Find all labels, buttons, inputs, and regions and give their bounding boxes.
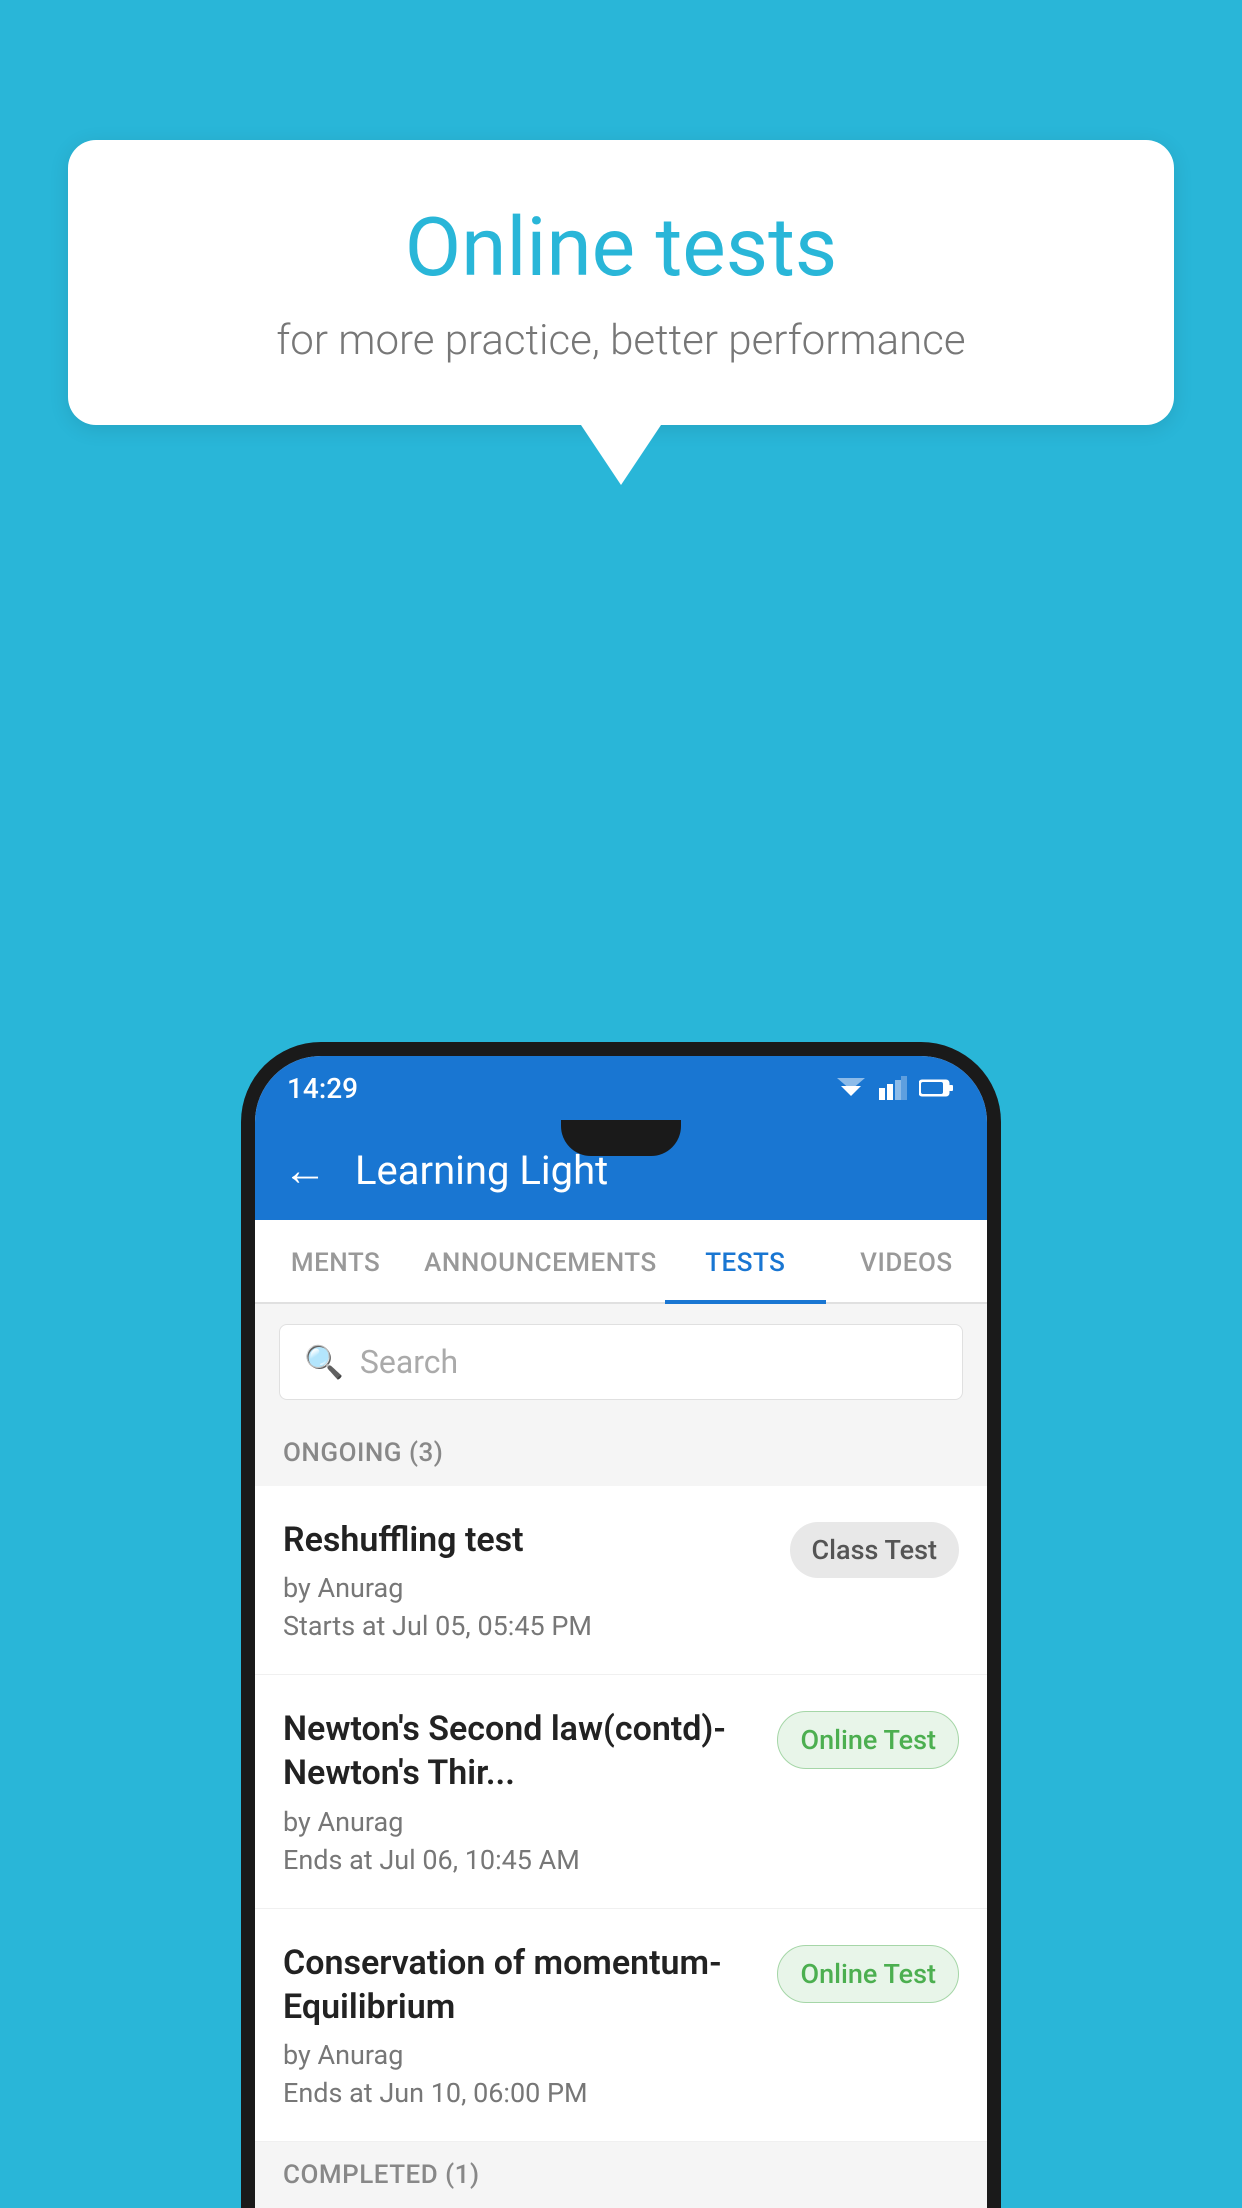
search-bar[interactable]: 🔍 Search <box>279 1324 963 1400</box>
test-item[interactable]: Newton's Second law(contd)-Newton's Thir… <box>255 1675 987 1908</box>
phone-screen: 14:29 <box>255 1056 987 2208</box>
status-icons <box>835 1076 955 1100</box>
ongoing-section-header: ONGOING (3) <box>255 1420 987 1486</box>
status-time: 14:29 <box>287 1072 358 1105</box>
test-badge-online: Online Test <box>777 1711 959 1769</box>
test-author: by Anurag <box>283 2039 757 2071</box>
speech-bubble-arrow <box>581 425 661 485</box>
test-time: Starts at Jul 05, 05:45 PM <box>283 1610 770 1642</box>
test-author: by Anurag <box>283 1806 757 1838</box>
tab-ments[interactable]: MENTS <box>255 1220 416 1302</box>
test-badge-online-2: Online Test <box>777 1945 959 2003</box>
signal-icon <box>879 1076 907 1100</box>
completed-section-header: COMPLETED (1) <box>255 2142 987 2208</box>
test-info: Conservation of momentum-Equilibrium by … <box>283 1941 777 2109</box>
test-info: Newton's Second law(contd)-Newton's Thir… <box>283 1707 777 1875</box>
test-time: Ends at Jun 10, 06:00 PM <box>283 2077 757 2109</box>
test-title: Conservation of momentum-Equilibrium <box>283 1941 757 2029</box>
phone-notch <box>561 1120 681 1156</box>
search-placeholder: Search <box>360 1343 458 1381</box>
speech-bubble: Online tests for more practice, better p… <box>68 140 1174 425</box>
test-time: Ends at Jul 06, 10:45 AM <box>283 1844 757 1876</box>
test-item[interactable]: Conservation of momentum-Equilibrium by … <box>255 1909 987 2142</box>
test-title: Newton's Second law(contd)-Newton's Thir… <box>283 1707 757 1795</box>
test-badge-class: Class Test <box>790 1522 960 1578</box>
status-bar: 14:29 <box>255 1056 987 1120</box>
promo-title: Online tests <box>148 200 1094 296</box>
wifi-icon <box>835 1076 867 1100</box>
test-info: Reshuffling test by Anurag Starts at Jul… <box>283 1518 790 1642</box>
search-icon: 🔍 <box>304 1343 344 1381</box>
test-list: Reshuffling test by Anurag Starts at Jul… <box>255 1486 987 2142</box>
phone-frame: 14:29 <box>241 1042 1001 2208</box>
tab-videos[interactable]: VIDEOS <box>826 1220 987 1302</box>
tabs-bar: MENTS ANNOUNCEMENTS TESTS VIDEOS <box>255 1220 987 1304</box>
back-button[interactable]: ← <box>283 1148 327 1192</box>
battery-icon <box>919 1078 955 1098</box>
test-item[interactable]: Reshuffling test by Anurag Starts at Jul… <box>255 1486 987 1675</box>
tab-tests[interactable]: TESTS <box>665 1220 826 1302</box>
promo-subtitle: for more practice, better performance <box>148 316 1094 365</box>
tab-announcements[interactable]: ANNOUNCEMENTS <box>416 1220 665 1302</box>
phone-mockup: 14:29 <box>241 1042 1001 2208</box>
promo-section: Online tests for more practice, better p… <box>68 140 1174 485</box>
search-container: 🔍 Search <box>255 1304 987 1420</box>
app-title: Learning Light <box>355 1147 608 1194</box>
test-author: by Anurag <box>283 1572 770 1604</box>
test-title: Reshuffling test <box>283 1518 770 1562</box>
